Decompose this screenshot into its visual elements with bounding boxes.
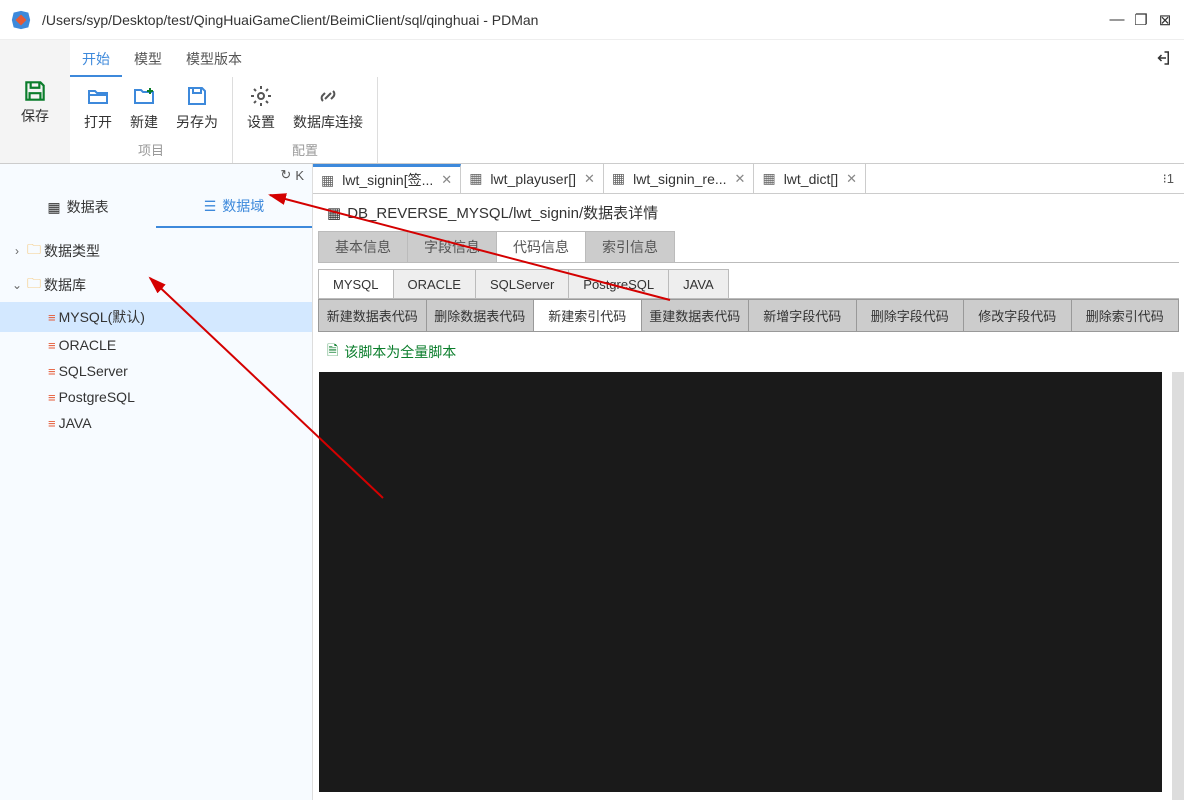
chevron-right-icon: › <box>10 244 24 258</box>
new-button[interactable]: 新建 <box>130 83 158 140</box>
gear-icon <box>248 83 274 109</box>
close-tab-icon[interactable]: ✕ <box>846 171 857 187</box>
table-icon: ▦ <box>762 170 775 187</box>
document-icon: 🗎 <box>327 340 338 364</box>
breadcrumb: ▦ DB_REVERSE_MYSQL/lwt_signin/数据表详情 <box>313 194 1184 231</box>
close-tab-icon[interactable]: ✕ <box>735 171 746 187</box>
database-icon: ≡ <box>48 310 56 325</box>
saveas-button[interactable]: 另存为 <box>176 83 218 140</box>
chevron-down-icon: ⌄ <box>10 278 24 292</box>
db-tab-java[interactable]: JAVA <box>668 269 729 298</box>
tree-item-postgresql[interactable]: ≡ PostgreSQL <box>0 384 312 410</box>
window-title: /Users/syp/Desktop/test/QingHuaiGameClie… <box>42 12 538 28</box>
side-tab-tables[interactable]: ▦ 数据表 <box>0 186 156 228</box>
folder-plus-icon <box>131 83 157 109</box>
tree-node-database[interactable]: ⌄ 🗀 数据库 <box>0 268 312 302</box>
content-area: ▦ lwt_signin[签... ✕ ▦ lwt_playuser[] ✕ ▦… <box>312 164 1184 800</box>
grid-icon: ▦ <box>47 199 60 216</box>
editor-tab[interactable]: ▦ lwt_dict[] ✕ <box>754 164 866 193</box>
database-icon: ≡ <box>48 416 56 431</box>
link-icon <box>315 83 341 109</box>
sidebar: ↻ K ▦ 数据表 ☰ 数据域 › 🗀 数据类型 ⌄ 🗀 数据库 <box>0 164 312 800</box>
close-tab-icon[interactable]: ✕ <box>584 171 595 187</box>
close-button[interactable]: ⊠ <box>1156 11 1174 29</box>
ribbon-group-project: 打开 新建 另存为 项目 <box>70 77 233 163</box>
db-tab-oracle[interactable]: ORACLE <box>393 269 476 298</box>
detail-tab-basic[interactable]: 基本信息 <box>318 231 408 262</box>
folder-icon: 🗀 <box>27 273 41 297</box>
close-tab-icon[interactable]: ✕ <box>441 172 452 188</box>
menu-tab-start[interactable]: 开始 <box>70 43 122 77</box>
editor-tab[interactable]: ▦ lwt_signin[签... ✕ <box>313 164 461 193</box>
script-note: 🗎 该脚本为全量脚本 <box>313 332 1184 372</box>
vertical-scrollbar[interactable] <box>1172 372 1184 800</box>
refresh-icon[interactable]: ↻ <box>280 167 291 183</box>
app-logo <box>10 9 32 31</box>
ribbon-group-title: 配置 <box>292 140 318 161</box>
code-action-row: 新建数据表代码 删除数据表代码 新建索引代码 重建数据表代码 新增字段代码 删除… <box>318 299 1179 332</box>
editor-tab-overflow[interactable]: ⁝1 <box>1153 164 1184 193</box>
database-icon: ≡ <box>48 364 56 379</box>
menu-tabs: 开始 模型 模型版本 <box>70 40 1184 77</box>
action-rebuild-table[interactable]: 重建数据表代码 <box>642 300 750 331</box>
folder-open-icon <box>85 83 111 109</box>
detail-tab-code[interactable]: 代码信息 <box>496 231 586 262</box>
db-connect-button[interactable]: 数据库连接 <box>293 83 363 140</box>
table-icon: ▦ <box>321 172 334 189</box>
open-button[interactable]: 打开 <box>84 83 112 140</box>
database-icon: ≡ <box>48 338 56 353</box>
ribbon-group-title: 项目 <box>138 140 164 161</box>
settings-button[interactable]: 设置 <box>247 83 275 140</box>
save-as-icon <box>184 83 210 109</box>
detail-tabs: 基本信息 字段信息 代码信息 索引信息 <box>318 231 1179 263</box>
db-type-tabs: MYSQL ORACLE SQLServer PostgreSQL JAVA <box>318 269 1179 299</box>
database-icon: ≡ <box>48 390 56 405</box>
menu-tab-model[interactable]: 模型 <box>122 43 174 77</box>
code-editor[interactable] <box>319 372 1162 792</box>
minimize-button[interactable]: — <box>1108 11 1126 29</box>
titlebar: /Users/syp/Desktop/test/QingHuaiGameClie… <box>0 0 1184 40</box>
tree: › 🗀 数据类型 ⌄ 🗀 数据库 ≡ MYSQL(默认) ≡ ORACLE <box>0 228 312 442</box>
tree-item-mysql[interactable]: ≡ MYSQL(默认) <box>0 302 312 332</box>
detail-tab-index[interactable]: 索引信息 <box>585 231 675 262</box>
editor-tab[interactable]: ▦ lwt_playuser[] ✕ <box>461 164 604 193</box>
table-icon: ▦ <box>612 170 625 187</box>
save-icon <box>22 78 48 104</box>
db-tab-postgresql[interactable]: PostgreSQL <box>568 269 669 298</box>
sidebar-toolbar: ↻ K <box>0 164 312 186</box>
action-modify-column[interactable]: 修改字段代码 <box>964 300 1072 331</box>
tree-item-sqlserver[interactable]: ≡ SQLServer <box>0 358 312 384</box>
detail-tab-fields[interactable]: 字段信息 <box>407 231 497 262</box>
ribbon-group-config: 设置 数据库连接 配置 <box>233 77 378 163</box>
menu-tab-version[interactable]: 模型版本 <box>174 43 254 77</box>
tree-item-oracle[interactable]: ≡ ORACLE <box>0 332 312 358</box>
logout-icon[interactable] <box>1142 43 1184 77</box>
editor-tabs: ▦ lwt_signin[签... ✕ ▦ lwt_playuser[] ✕ ▦… <box>313 164 1184 194</box>
table-icon: ▦ <box>469 170 482 187</box>
tree-item-java[interactable]: ≡ JAVA <box>0 410 312 436</box>
action-drop-index[interactable]: 删除索引代码 <box>1072 300 1179 331</box>
collapse-icon[interactable]: K <box>295 168 304 183</box>
side-tab-domains[interactable]: ☰ 数据域 <box>156 186 312 228</box>
tree-node-datatype[interactable]: › 🗀 数据类型 <box>0 234 312 268</box>
table-icon: ▦ <box>327 204 341 222</box>
maximize-button[interactable]: ❐ <box>1132 11 1150 29</box>
action-drop-table[interactable]: 删除数据表代码 <box>427 300 535 331</box>
db-tab-mysql[interactable]: MYSQL <box>318 269 394 298</box>
list-icon: ☰ <box>204 198 217 215</box>
save-label: 保存 <box>21 106 49 126</box>
ribbon: 保存 开始 模型 模型版本 打开 新建 <box>0 40 1184 164</box>
action-drop-column[interactable]: 删除字段代码 <box>857 300 965 331</box>
db-tab-sqlserver[interactable]: SQLServer <box>475 269 569 298</box>
action-create-index[interactable]: 新建索引代码 <box>534 300 642 331</box>
save-button[interactable]: 保存 <box>0 40 70 163</box>
editor-tab[interactable]: ▦ lwt_signin_re... ✕ <box>604 164 755 193</box>
folder-icon: 🗀 <box>27 239 41 263</box>
action-create-table[interactable]: 新建数据表代码 <box>319 300 427 331</box>
action-add-column[interactable]: 新增字段代码 <box>749 300 857 331</box>
